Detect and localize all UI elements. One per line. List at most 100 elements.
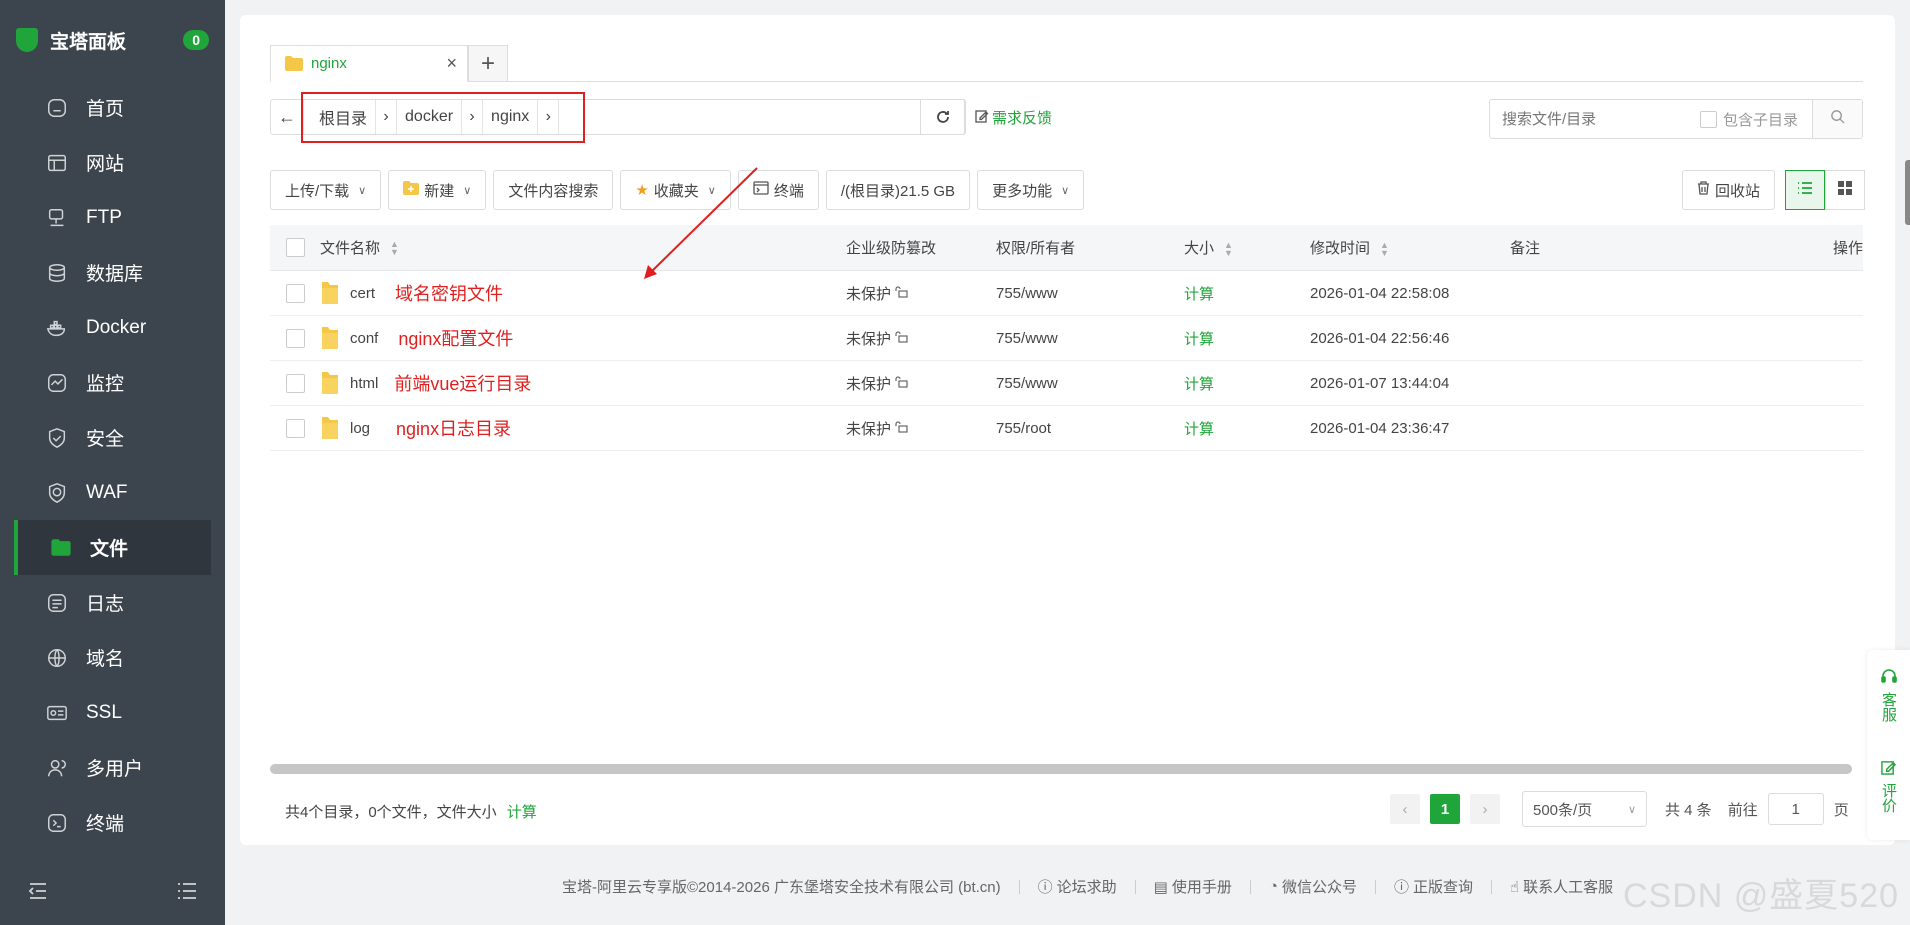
- unlock-icon[interactable]: [895, 420, 908, 437]
- book-icon: ▤: [1153, 878, 1168, 896]
- users-icon: [45, 756, 69, 780]
- file-name[interactable]: log: [350, 420, 370, 437]
- upload-download-button[interactable]: 上传/下载 ∨: [270, 170, 382, 210]
- total-count: 共 4 条: [1665, 801, 1712, 819]
- more-functions-button[interactable]: 更多功能 ∨: [977, 170, 1085, 210]
- perm-value[interactable]: 755/root: [996, 420, 1184, 437]
- tab-nginx[interactable]: nginx ×: [270, 45, 468, 82]
- folder-icon: [285, 56, 303, 71]
- page-number[interactable]: 1: [1430, 794, 1460, 824]
- collapse-menu-icon[interactable]: [28, 882, 48, 905]
- query-icon: ⓘ: [1393, 879, 1409, 896]
- mtime-value: 2026-01-04 22:56:46: [1310, 329, 1450, 347]
- row-checkbox[interactable]: [285, 373, 305, 393]
- info-icon: ⓘ: [1037, 879, 1053, 896]
- sidebar-item-logs[interactable]: 日志: [0, 575, 225, 630]
- sidebar-item-docker[interactable]: Docker: [0, 300, 225, 355]
- search-input[interactable]: [1490, 110, 1690, 128]
- website-icon: [45, 151, 69, 175]
- list-view-button[interactable]: [1785, 170, 1825, 210]
- brand-title: 宝塔面板: [50, 31, 127, 53]
- header-mtime[interactable]: 修改时间 ▲ ▼: [1310, 237, 1510, 258]
- folder-icon: [320, 325, 340, 351]
- hand-icon: ☝: [1509, 878, 1520, 896]
- file-name[interactable]: cert: [350, 285, 375, 302]
- table-row[interactable]: conf nginx配置文件 未保护 755/www 计算 2026-01-04 …: [270, 316, 1863, 361]
- next-page-button[interactable]: ›: [1470, 794, 1500, 824]
- trash-icon: [1697, 181, 1710, 199]
- select-all-checkbox[interactable]: [285, 238, 305, 257]
- sort-icon[interactable]: ▲ ▼: [1380, 241, 1389, 258]
- sidebar-item-terminal[interactable]: 终端: [0, 795, 225, 850]
- total-size-calc-link[interactable]: 计算: [507, 804, 537, 821]
- sidebar-item-database[interactable]: 数据库: [0, 245, 225, 300]
- sidebar-item-files[interactable]: 文件: [14, 520, 211, 575]
- header-size[interactable]: 大小 ▲ ▼: [1184, 237, 1310, 258]
- sidebar-item-ssl[interactable]: SSL: [0, 685, 225, 740]
- close-tab-icon[interactable]: ×: [446, 53, 457, 74]
- perm-value[interactable]: 755/www: [996, 285, 1184, 302]
- genuine-link[interactable]: ⓘ 正版查询: [1394, 876, 1473, 897]
- refresh-button[interactable]: [920, 99, 966, 135]
- size-calc-link[interactable]: 计算: [1184, 418, 1310, 439]
- row-checkbox[interactable]: [285, 328, 305, 348]
- table-row[interactable]: log nginx日志目录 未保护 755/root 计算 2026-01-04 …: [270, 406, 1863, 451]
- horizontal-scrollbar[interactable]: [270, 764, 1852, 774]
- notification-badge[interactable]: 0: [183, 30, 209, 50]
- perm-value[interactable]: 755/www: [996, 375, 1184, 392]
- sidebar-item-security[interactable]: 安全: [0, 410, 225, 465]
- file-table: 文件名称 ▲ ▼ 企业级防篡改 权限/所有者 大小 ▲ ▼ 修改时间 ▲ ▼ 备注 操作 c…: [270, 225, 1863, 451]
- support-link[interactable]: ☝ 联系人工客服: [1510, 876, 1613, 897]
- file-name[interactable]: html: [350, 375, 378, 392]
- table-row[interactable]: html 前端vue运行目录 未保护 755/www 计算 2026-01-07 …: [270, 361, 1863, 406]
- waf-icon: [45, 481, 69, 505]
- size-calc-link[interactable]: 计算: [1184, 373, 1310, 394]
- sidebar-item-home[interactable]: 首页: [0, 80, 225, 135]
- forum-link[interactable]: ⓘ 论坛求助: [1038, 876, 1117, 897]
- page-scrollbar[interactable]: [1905, 160, 1910, 225]
- size-calc-link[interactable]: 计算: [1184, 328, 1310, 349]
- folder-icon: [320, 370, 340, 396]
- unlock-icon[interactable]: [895, 375, 908, 392]
- checkbox[interactable]: [1700, 110, 1717, 128]
- table-row[interactable]: cert 域名密钥文件 未保护 755/www 计算 2026-01-04 22:…: [270, 271, 1863, 316]
- tab-bar: nginx × +: [270, 45, 1863, 82]
- wechat-icon: ◔: [1268, 878, 1278, 895]
- customer-service-button[interactable]: 客服: [1880, 668, 1897, 722]
- wechat-link[interactable]: ◔ 微信公众号: [1269, 876, 1357, 897]
- prev-page-button[interactable]: ‹: [1390, 794, 1420, 824]
- perm-value[interactable]: 755/www: [996, 330, 1184, 347]
- goto-page-input[interactable]: 1: [1767, 793, 1824, 825]
- unlock-icon[interactable]: [895, 330, 908, 347]
- search-button[interactable]: [1812, 100, 1862, 138]
- file-name[interactable]: conf: [350, 330, 378, 347]
- sidebar-item-users[interactable]: 多用户: [0, 740, 225, 795]
- menu-list-icon[interactable]: [177, 882, 197, 905]
- page-size-select[interactable]: 500条/页 ∨: [1522, 791, 1647, 827]
- back-arrow-icon[interactable]: ←: [271, 107, 303, 128]
- add-tab-button[interactable]: +: [468, 45, 508, 82]
- size-calc-link[interactable]: 计算: [1184, 283, 1310, 304]
- new-button[interactable]: 新建 ∨: [388, 170, 487, 210]
- row-checkbox[interactable]: [285, 283, 305, 303]
- feedback-link[interactable]: 需求反馈: [975, 107, 1052, 128]
- manual-link[interactable]: ▤ 使用手册: [1154, 876, 1232, 897]
- include-subdir-checkbox[interactable]: 包含子目录: [1700, 109, 1798, 130]
- sort-icon[interactable]: ▲ ▼: [1224, 241, 1233, 258]
- grid-view-button[interactable]: [1825, 170, 1865, 210]
- unlock-icon[interactable]: [895, 285, 908, 302]
- annotation-text: 前端vue运行目录: [394, 374, 532, 394]
- review-button[interactable]: 评价: [1880, 760, 1897, 813]
- header-ops: 操作: [1832, 240, 1863, 257]
- disk-usage-button[interactable]: /(根目录)21.5 GB: [825, 170, 971, 210]
- sidebar-item-domain[interactable]: 域名: [0, 630, 225, 685]
- recycle-bin-button[interactable]: 回收站: [1682, 170, 1776, 210]
- content-search-button[interactable]: 文件内容搜索: [493, 170, 614, 210]
- annotation-highlight-box: [301, 92, 585, 143]
- sidebar-item-waf[interactable]: WAF: [0, 465, 225, 520]
- row-checkbox[interactable]: [285, 418, 305, 438]
- sidebar-item-website[interactable]: 网站: [0, 135, 225, 190]
- sidebar-item-ftp[interactable]: FTP: [0, 190, 225, 245]
- sidebar-item-monitor[interactable]: 监控: [0, 355, 225, 410]
- sort-icon[interactable]: ▲ ▼: [390, 239, 399, 256]
